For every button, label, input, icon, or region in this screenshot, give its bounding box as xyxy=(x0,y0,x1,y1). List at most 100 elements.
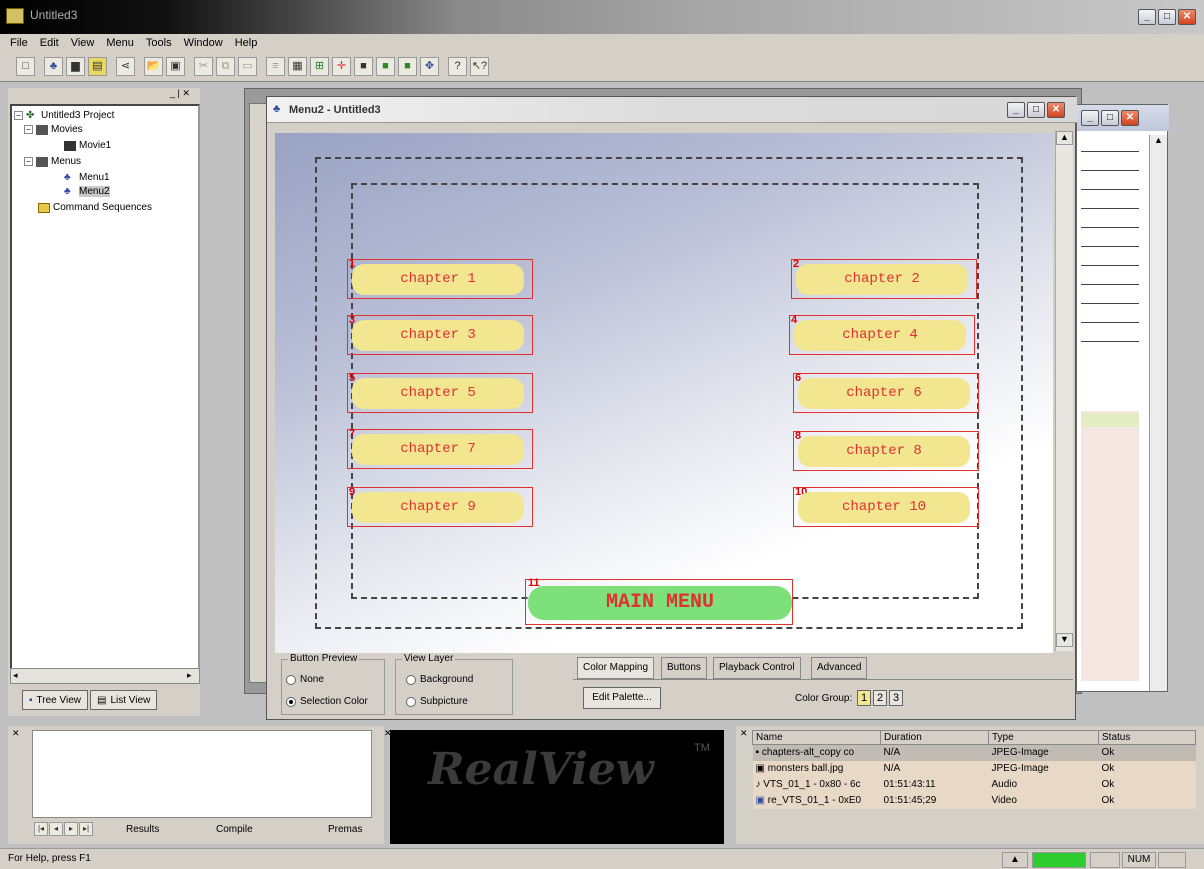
minimize-button[interactable]: _ xyxy=(1081,110,1099,126)
play-icon[interactable]: ■ xyxy=(376,57,395,76)
tree-node-movie1[interactable]: Movie1 xyxy=(64,140,111,151)
color-group-3-button[interactable]: 3 xyxy=(889,690,903,706)
radio-none[interactable]: None xyxy=(286,674,324,685)
app-icon[interactable] xyxy=(6,8,24,24)
tree-node-command-sequences[interactable]: Command Sequences xyxy=(38,202,152,213)
minimize-button[interactable]: _ xyxy=(1007,102,1025,118)
project-icon[interactable]: ♣ xyxy=(44,57,63,76)
menu-button-chapter-7[interactable]: 7 chapter 7 xyxy=(347,428,533,469)
next-icon[interactable]: ▸ xyxy=(64,822,78,836)
menu-button-chapter-8[interactable]: 8 chapter 8 xyxy=(793,430,979,471)
tab-playback-control[interactable]: Playback Control xyxy=(713,657,801,679)
column-name[interactable]: Name xyxy=(752,730,881,745)
paste-icon[interactable]: ▭ xyxy=(238,57,257,76)
collapse-icon[interactable]: − xyxy=(24,125,33,134)
connect-icon[interactable]: ⋖ xyxy=(116,57,135,76)
scroll-right-icon[interactable]: ▸ xyxy=(187,670,192,681)
text-icon[interactable]: ≡ xyxy=(266,57,285,76)
maximize-button[interactable]: □ xyxy=(1101,110,1119,126)
menu-edit[interactable]: Edit xyxy=(40,37,59,49)
movie-icon[interactable]: ▆ xyxy=(66,57,85,76)
tab-advanced[interactable]: Advanced xyxy=(811,657,868,679)
collapse-icon[interactable]: − xyxy=(14,111,23,120)
link-icon[interactable]: ⊞ xyxy=(310,57,329,76)
tab-premaster[interactable]: Premas xyxy=(328,824,362,835)
menu-window[interactable]: Window xyxy=(184,37,223,49)
close-button[interactable]: ✕ xyxy=(1178,9,1196,25)
slideshow-icon[interactable]: ▤ xyxy=(88,57,107,76)
new-icon[interactable]: □ xyxy=(16,57,35,76)
menu-button-main-menu[interactable]: 11 MAIN MENU xyxy=(525,577,793,625)
help-icon[interactable]: ? xyxy=(448,57,467,76)
edit-palette-button[interactable]: Edit Palette... xyxy=(583,687,661,709)
menu-help[interactable]: Help xyxy=(235,37,258,49)
tree-node-project[interactable]: − ✤ Untitled3 Project xyxy=(14,110,114,121)
maximize-button[interactable]: □ xyxy=(1027,102,1045,118)
radio-subpicture[interactable]: Subpicture xyxy=(406,696,468,707)
vertical-scrollbar[interactable]: ▲ ▼ xyxy=(1055,131,1073,651)
menu-view[interactable]: View xyxy=(71,37,95,49)
scroll-up-icon[interactable]: ▲ xyxy=(1150,135,1167,145)
menu-button-chapter-2[interactable]: 2 chapter 2 xyxy=(791,258,977,299)
tree-node-menu2[interactable]: ♣ Menu2 xyxy=(64,186,110,197)
radio-background[interactable]: Background xyxy=(406,674,473,685)
save-icon[interactable]: ▣ xyxy=(166,57,185,76)
tab-results[interactable]: Results xyxy=(126,824,159,835)
tab-compile[interactable]: Compile xyxy=(216,824,253,835)
menu-button-chapter-6[interactable]: 6 chapter 6 xyxy=(793,372,979,413)
column-duration[interactable]: Duration xyxy=(880,730,989,745)
menu-tools[interactable]: Tools xyxy=(146,37,172,49)
menu-button-chapter-5[interactable]: 5 chapter 5 xyxy=(347,372,533,413)
center-icon[interactable]: ✥ xyxy=(420,57,439,76)
grid-icon[interactable]: ▦ xyxy=(288,57,307,76)
close-button[interactable]: ✕ xyxy=(1121,110,1139,126)
menu-button-chapter-10[interactable]: 10 chapter 10 xyxy=(793,486,979,527)
record-icon[interactable]: ■ xyxy=(398,57,417,76)
horizontal-scrollbar[interactable]: ◂ ▸ xyxy=(10,668,200,684)
copy-icon[interactable]: ⧉ xyxy=(216,57,235,76)
radio-selection-color[interactable]: Selection Color xyxy=(286,696,368,707)
prev-icon[interactable]: ◂ xyxy=(49,822,63,836)
panel-close-icon[interactable]: ✕ xyxy=(12,728,20,739)
vertical-scrollbar[interactable]: ▲ xyxy=(1149,135,1167,691)
scroll-down-icon[interactable]: ▼ xyxy=(1056,633,1073,647)
first-icon[interactable]: |◂ xyxy=(34,822,48,836)
menu-button-chapter-1[interactable]: 1 chapter 1 xyxy=(347,258,533,299)
table-row[interactable]: ▣ re_VTS_01_1 - 0xE0 01:51:45;29 Video O… xyxy=(752,792,1196,809)
scroll-left-icon[interactable]: ◂ xyxy=(13,670,18,681)
open-icon[interactable]: 📂 xyxy=(144,57,163,76)
column-type[interactable]: Type xyxy=(988,730,1099,745)
table-row[interactable]: ♪ VTS_01_1 - 0x80 - 6c 01:51:43:11 Audio… xyxy=(752,776,1196,793)
tab-list-view[interactable]: ▤ List View xyxy=(90,690,158,710)
jump-icon[interactable]: ✛ xyxy=(332,57,351,76)
scroll-up-icon[interactable]: ▲ xyxy=(1056,131,1073,145)
menu-menu[interactable]: Menu xyxy=(106,37,134,49)
table-row[interactable]: ▪ chapters-alt_copy co N/A JPEG-Image Ok xyxy=(752,744,1196,761)
menu-file[interactable]: File xyxy=(10,37,28,49)
panel-close-icon[interactable]: _ | ✕ xyxy=(170,88,190,99)
num-lock-indicator: NUM xyxy=(1122,852,1156,868)
panel-close-icon[interactable]: ✕ xyxy=(740,728,748,739)
tree-node-menus[interactable]: − Menus xyxy=(24,156,81,167)
color-group-2-button[interactable]: 2 xyxy=(873,690,887,706)
menu-button-chapter-3[interactable]: 3 chapter 3 xyxy=(347,314,533,355)
tree-node-menu1[interactable]: ♣ Menu1 xyxy=(64,172,110,183)
table-row[interactable]: ▣ monsters ball.jpg N/A JPEG-Image Ok xyxy=(752,760,1196,777)
menu-canvas[interactable]: 1 chapter 1 2 chapter 2 3 chapter 3 4 ch… xyxy=(275,133,1053,653)
menu-button-chapter-4[interactable]: 4 chapter 4 xyxy=(789,314,975,355)
close-button[interactable]: ✕ xyxy=(1047,102,1065,118)
tab-color-mapping[interactable]: Color Mapping xyxy=(577,657,655,679)
column-status[interactable]: Status xyxy=(1098,730,1196,745)
collapse-icon[interactable]: − xyxy=(24,157,33,166)
tab-tree-view[interactable]: ▪ Tree View xyxy=(22,690,89,710)
tree-node-movies[interactable]: − Movies xyxy=(24,124,83,135)
last-icon[interactable]: ▸| xyxy=(79,822,93,836)
cut-icon[interactable]: ✂ xyxy=(194,57,213,76)
menu-button-chapter-9[interactable]: 9 chapter 9 xyxy=(347,486,533,527)
tab-buttons[interactable]: Buttons xyxy=(661,657,707,679)
maximize-button[interactable]: □ xyxy=(1158,9,1176,25)
context-help-icon[interactable]: ↖? xyxy=(470,57,489,76)
minimize-button[interactable]: _ xyxy=(1138,9,1156,25)
color-group-1-button[interactable]: 1 xyxy=(857,690,871,706)
preview-icon[interactable]: ■ xyxy=(354,57,373,76)
